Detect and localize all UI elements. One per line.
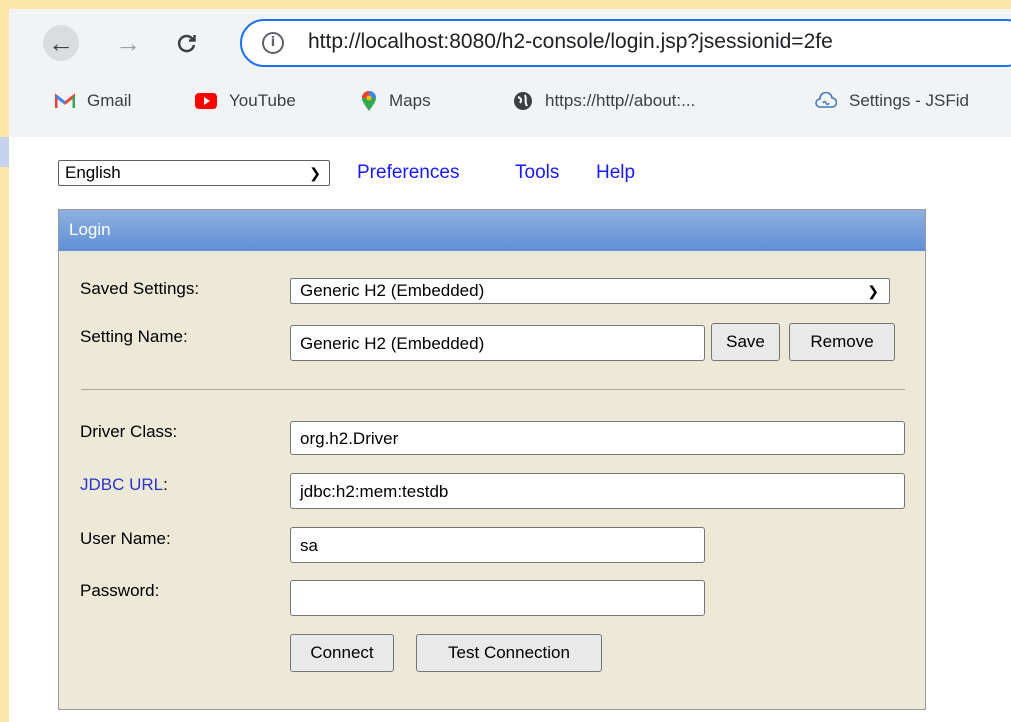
divider bbox=[81, 389, 905, 390]
saved-settings-value: Generic H2 (Embedded) bbox=[300, 281, 485, 300]
jdbc-url-link[interactable]: JDBC URL bbox=[80, 475, 163, 494]
address-bar[interactable]: i http://localhost:8080/h2-console/login… bbox=[240, 19, 1011, 67]
bookmark-label: Settings - JSFid bbox=[849, 91, 969, 110]
back-button[interactable]: ← bbox=[43, 25, 79, 61]
password-input[interactable] bbox=[290, 580, 705, 616]
jdbc-url-label-group: JDBC URL: bbox=[80, 475, 168, 495]
login-header: Login bbox=[59, 210, 925, 251]
bookmark-label: Gmail bbox=[87, 91, 132, 110]
arrow-right-icon: → bbox=[115, 27, 141, 58]
user-name-label: User Name: bbox=[80, 529, 171, 548]
bookmark-label: YouTube bbox=[229, 91, 296, 110]
jdbc-url-input[interactable]: jdbc:h2:mem:testdb bbox=[290, 473, 905, 509]
youtube-icon bbox=[195, 93, 217, 109]
remove-button[interactable]: Remove bbox=[789, 323, 895, 361]
screenshot-frame-top bbox=[0, 0, 1011, 9]
browser-chrome: ← → i http://localhost:8080/h2-console/l… bbox=[9, 9, 1011, 137]
chevron-down-icon: ❯ bbox=[867, 283, 879, 299]
bookmark-jsfiddle[interactable]: Settings - JSFid bbox=[815, 87, 969, 115]
bookmark-youtube[interactable]: YouTube bbox=[195, 87, 296, 115]
save-button[interactable]: Save bbox=[711, 323, 780, 361]
page-edge bbox=[0, 137, 9, 167]
reload-button[interactable] bbox=[169, 25, 205, 61]
bookmark-label: Maps bbox=[389, 91, 431, 110]
chevron-down-icon: ❯ bbox=[309, 165, 321, 181]
help-link[interactable]: Help bbox=[596, 162, 635, 184]
preferences-link[interactable]: Preferences bbox=[357, 162, 459, 184]
bookmark-about[interactable]: https://http//about:... bbox=[513, 87, 695, 115]
tools-link[interactable]: Tools bbox=[515, 162, 559, 184]
info-icon[interactable]: i bbox=[262, 32, 284, 54]
password-label: Password: bbox=[80, 581, 160, 600]
language-value: English bbox=[65, 163, 121, 182]
arrow-left-icon: ← bbox=[48, 27, 74, 58]
bookmark-gmail[interactable]: Gmail bbox=[55, 87, 131, 115]
jdbc-url-colon: : bbox=[163, 475, 168, 494]
bookmarks-bar: Gmail YouTube Maps https://http//about:.… bbox=[45, 87, 1011, 115]
bookmark-label: https://http//about:... bbox=[545, 91, 696, 110]
jsfiddle-icon bbox=[815, 92, 837, 108]
url-text[interactable]: http://localhost:8080/h2-console/login.j… bbox=[308, 30, 833, 54]
setting-name-input[interactable]: Generic H2 (Embedded) bbox=[290, 325, 705, 361]
test-connection-button[interactable]: Test Connection bbox=[416, 634, 602, 672]
screenshot-frame-left bbox=[0, 0, 9, 722]
login-title: Login bbox=[69, 220, 111, 239]
saved-settings-label: Saved Settings: bbox=[80, 279, 200, 298]
maps-icon bbox=[362, 91, 376, 111]
setting-name-label: Setting Name: bbox=[80, 327, 188, 346]
language-select[interactable]: English ❯ bbox=[58, 160, 330, 186]
forward-button[interactable]: → bbox=[110, 25, 146, 61]
reload-icon bbox=[177, 34, 196, 53]
user-name-input[interactable]: sa bbox=[290, 527, 705, 563]
driver-class-label: Driver Class: bbox=[80, 422, 178, 441]
connect-button[interactable]: Connect bbox=[290, 634, 394, 672]
driver-class-input[interactable]: org.h2.Driver bbox=[290, 421, 905, 455]
gmail-icon bbox=[55, 93, 75, 108]
globe-icon bbox=[514, 92, 532, 110]
login-panel: Login Saved Settings: Generic H2 (Embedd… bbox=[58, 209, 926, 710]
saved-settings-select[interactable]: Generic H2 (Embedded) ❯ bbox=[290, 278, 890, 304]
bookmark-maps[interactable]: Maps bbox=[361, 87, 431, 115]
